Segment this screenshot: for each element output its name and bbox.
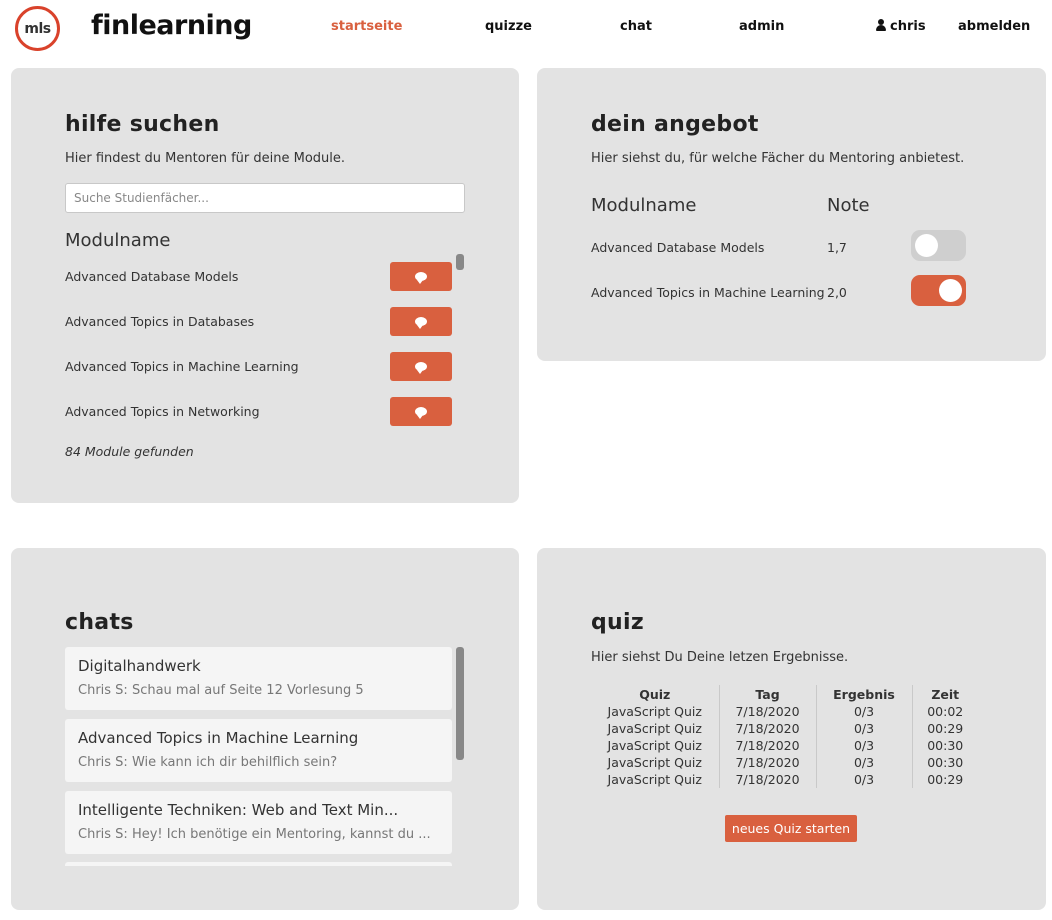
cell-tag: 7/18/2020 — [718, 754, 816, 771]
toggle-knob — [939, 279, 962, 302]
cell-zeit: 00:29 — [911, 771, 978, 788]
offer-note: 1,7 — [827, 240, 847, 255]
chat-title: Digitalhandwerk — [78, 657, 201, 675]
col-zeit: Zeit — [911, 685, 978, 703]
col-quiz: Quiz — [639, 686, 671, 702]
chat-list-item[interactable]: Advanced Topics in Machine Learning Chri… — [65, 719, 452, 782]
nav-admin[interactable]: admin — [739, 19, 784, 34]
chats-title: chats — [65, 610, 134, 635]
cell-zeit: 00:30 — [911, 754, 978, 771]
angebot-desc: Hier siehst du, für welche Fächer du Men… — [591, 151, 965, 166]
list-item: Advanced Topics in Databases — [65, 307, 455, 337]
module-name: Advanced Topics in Machine Learning — [65, 359, 299, 374]
col-tag: Tag — [718, 685, 816, 703]
hilfe-title: hilfe suchen — [65, 112, 220, 137]
brand-name[interactable]: finlearning — [91, 10, 252, 41]
offer-module-name: Advanced Database Models — [591, 240, 765, 255]
quiz-desc: Hier siehst Du Deine letzen Ergebnisse. — [591, 650, 849, 665]
chat-button[interactable] — [390, 397, 452, 426]
logo[interactable]: mls — [15, 6, 60, 51]
card-hilfe-suchen: hilfe suchen Hier findest du Mentoren fü… — [11, 68, 519, 503]
nav-user[interactable]: chris — [876, 19, 926, 34]
cell-ergebnis: 0/3 — [815, 720, 912, 737]
list-item: Advanced Topics in Networking — [65, 397, 455, 427]
chat-button[interactable] — [390, 307, 452, 336]
table-header-row: Quiz Tag Ergebnis Zeit — [591, 685, 978, 703]
user-name: chris — [890, 19, 926, 34]
card-chats: chats Digitalhandwerk Chris S: Schau mal… — [11, 548, 519, 910]
quiz-title: quiz — [591, 610, 644, 635]
module-name: Advanced Topics in Databases — [65, 314, 255, 329]
chat-last-message: Chris S: Wie kann ich dir behilflich sei… — [78, 755, 338, 770]
cell-zeit: 00:02 — [911, 703, 978, 720]
col-modulname: Modulname — [65, 230, 171, 251]
table-row: JavaScript Quiz 7/18/2020 0/3 00:02 — [591, 703, 978, 720]
list-item: Advanced Topics in Machine Learning — [65, 352, 455, 382]
module-name: Advanced Database Models — [65, 269, 239, 284]
comment-icon — [415, 317, 427, 329]
start-quiz-button[interactable]: neues Quiz starten — [725, 815, 857, 842]
cell-tag: 7/18/2020 — [718, 771, 816, 788]
cell-zeit: 00:29 — [911, 720, 978, 737]
nav-quizze[interactable]: quizze — [485, 19, 532, 34]
chat-list-item-partial[interactable] — [65, 862, 452, 866]
chat-button[interactable] — [390, 262, 452, 291]
card-dein-angebot: dein angebot Hier siehst du, für welche … — [537, 68, 1046, 361]
col-ergebnis: Ergebnis — [815, 685, 912, 703]
chat-last-message: Chris S: Hey! Ich benötige ein Mentoring… — [78, 827, 431, 842]
table-row: JavaScript Quiz 7/18/2020 0/3 00:30 — [591, 754, 978, 771]
chat-title: Advanced Topics in Machine Learning — [78, 729, 359, 747]
table-row: JavaScript Quiz 7/18/2020 0/3 00:29 — [591, 720, 978, 737]
top-nav: mls finlearning startseite quizze chat a… — [0, 0, 1052, 58]
chat-button[interactable] — [390, 352, 452, 381]
offer-toggle[interactable] — [911, 275, 966, 306]
toggle-knob — [915, 234, 938, 257]
cell-tag: 7/18/2020 — [718, 737, 816, 754]
cell-zeit: 00:30 — [911, 737, 978, 754]
card-quiz: quiz Hier siehst Du Deine letzen Ergebni… — [537, 548, 1046, 910]
chat-list-item[interactable]: Intelligente Techniken: Web and Text Min… — [65, 791, 452, 854]
module-list-scrollbar[interactable] — [456, 254, 464, 270]
offer-module-name: Advanced Topics in Machine Learning — [591, 285, 825, 300]
logo-text: mls — [24, 20, 51, 37]
nav-logout[interactable]: abmelden — [958, 19, 1030, 34]
offer-toggle[interactable] — [911, 230, 966, 261]
hilfe-desc: Hier findest du Mentoren für deine Modul… — [65, 151, 346, 166]
chat-title: Intelligente Techniken: Web and Text Min… — [78, 801, 399, 819]
cell-ergebnis: 0/3 — [815, 703, 912, 720]
cell-tag: 7/18/2020 — [718, 720, 816, 737]
angebot-title: dein angebot — [591, 112, 759, 137]
modules-found-count: 84 Module gefunden — [65, 444, 194, 459]
cell-quiz: JavaScript Quiz — [607, 704, 702, 719]
cell-quiz: JavaScript Quiz — [607, 738, 702, 753]
module-name: Advanced Topics in Networking — [65, 404, 260, 419]
list-item: Advanced Database Models — [65, 262, 455, 292]
nav-chat[interactable]: chat — [620, 19, 652, 34]
chat-list-scrollbar[interactable] — [456, 647, 464, 760]
chat-last-message: Chris S: Schau mal auf Seite 12 Vorlesun… — [78, 683, 364, 698]
table-row: JavaScript Quiz 7/18/2020 0/3 00:30 — [591, 737, 978, 754]
cell-ergebnis: 0/3 — [815, 754, 912, 771]
cell-tag: 7/18/2020 — [718, 703, 816, 720]
col-note: Note — [827, 195, 870, 216]
table-row: JavaScript Quiz 7/18/2020 0/3 00:29 — [591, 771, 978, 788]
cell-quiz: JavaScript Quiz — [607, 721, 702, 736]
cell-ergebnis: 0/3 — [815, 771, 912, 788]
offer-note: 2,0 — [827, 285, 847, 300]
col-modulname: Modulname — [591, 195, 697, 216]
comment-icon — [415, 362, 427, 374]
nav-startseite[interactable]: startseite — [331, 19, 402, 34]
cell-quiz: JavaScript Quiz — [607, 772, 702, 787]
comment-icon — [415, 407, 427, 419]
search-input[interactable] — [65, 183, 465, 213]
quiz-results-table: Quiz Tag Ergebnis Zeit JavaScript Quiz 7… — [591, 685, 978, 788]
comment-icon — [415, 272, 427, 284]
cell-ergebnis: 0/3 — [815, 737, 912, 754]
chat-list-item[interactable]: Digitalhandwerk Chris S: Schau mal auf S… — [65, 647, 452, 710]
user-icon — [876, 19, 886, 31]
cell-quiz: JavaScript Quiz — [607, 755, 702, 770]
